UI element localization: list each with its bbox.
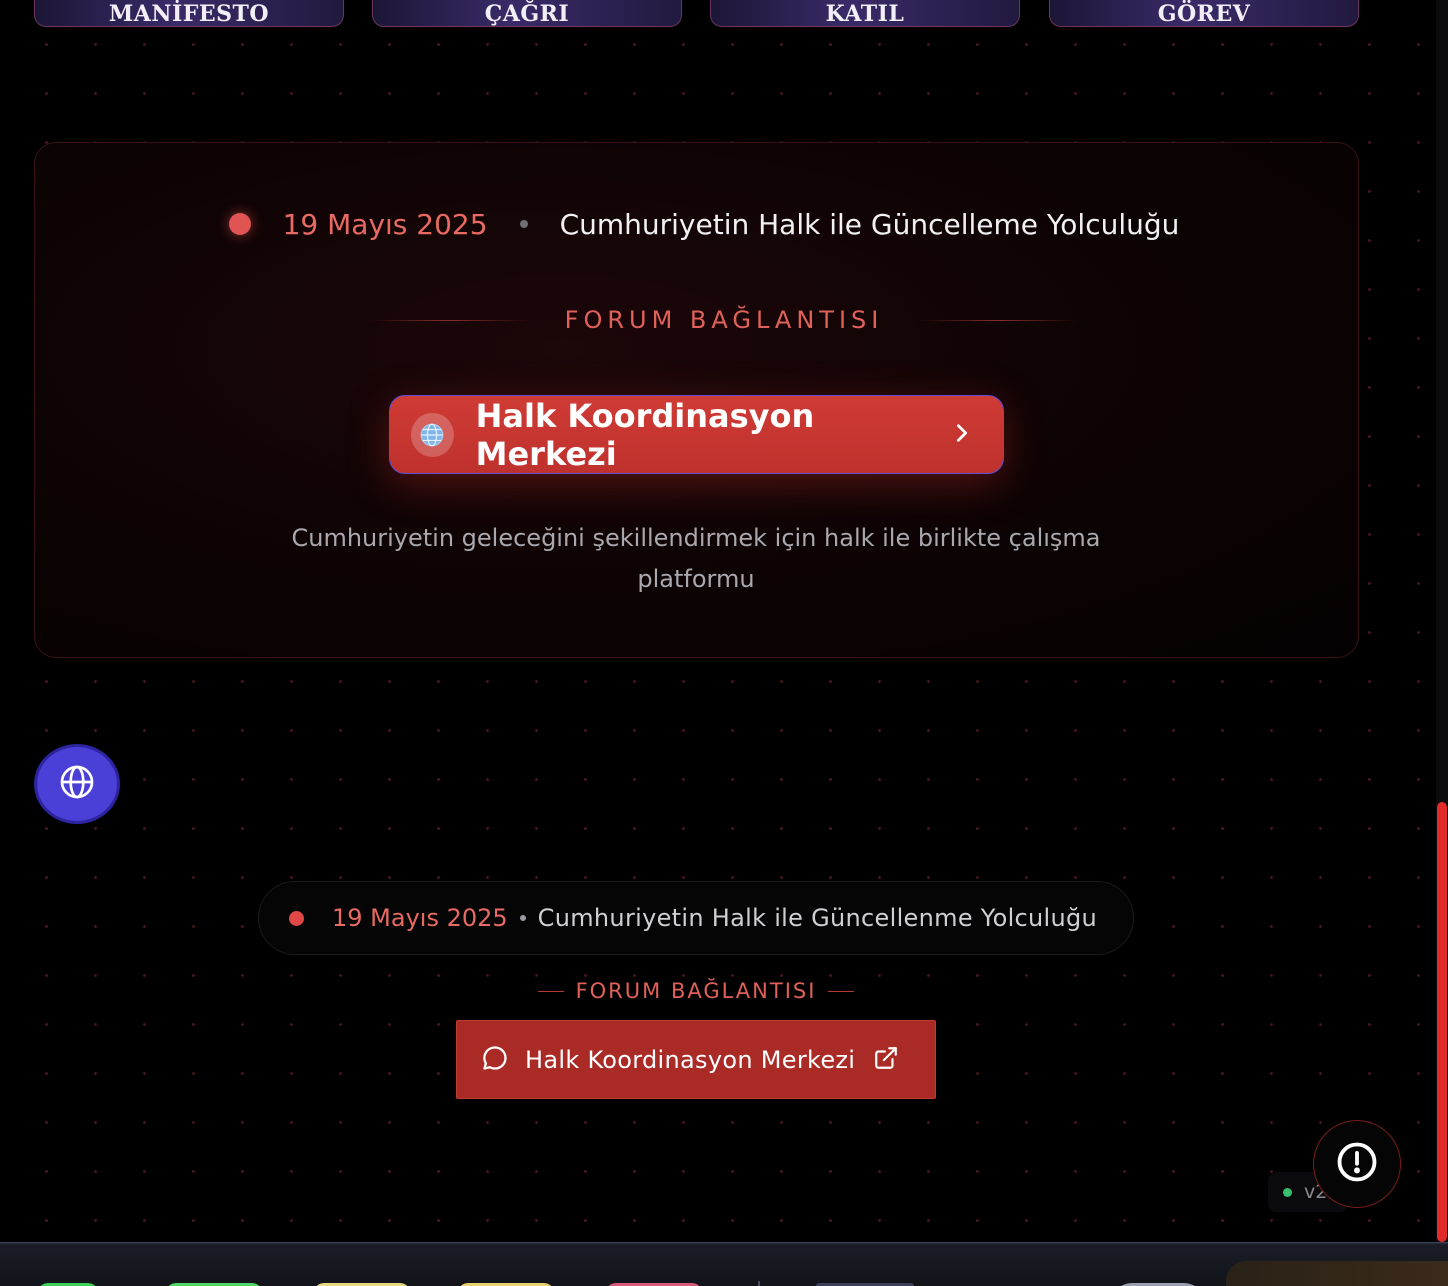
cta-label: Halk Koordinasyon Merkezi bbox=[525, 1045, 856, 1074]
hero-title: Cumhuriyetin Halk ile Güncelleme Yolculu… bbox=[559, 207, 1180, 241]
forum-section-label: FORUM BAĞLANTISI bbox=[0, 304, 1448, 336]
divider-line bbox=[368, 319, 529, 321]
nav-label: GÖREV bbox=[1157, 1, 1251, 27]
hero-headline: 19 Mayıs 2025 Cumhuriyetin Halk ile Günc… bbox=[0, 204, 1448, 244]
coordination-center-button[interactable]: Halk Koordinasyon Merkezi bbox=[389, 395, 1004, 474]
hero-description: Cumhuriyetin geleceğini şekillendirmek i… bbox=[291, 524, 1101, 593]
footer-date: 19 Mayıs 2025 bbox=[332, 904, 508, 932]
nav-label: KATIL bbox=[825, 1, 905, 27]
alert-icon bbox=[1336, 1141, 1378, 1187]
footer-title: Cumhuriyetin Halk ile Güncellenme Yolcul… bbox=[537, 904, 1098, 932]
section-label-text: FORUM BAĞLANTISI bbox=[564, 306, 884, 334]
nav-card-manifesto[interactable]: MANİFESTO bbox=[34, 0, 344, 27]
footer-coordination-center-button[interactable]: Halk Koordinasyon Merkezi bbox=[456, 1020, 936, 1099]
status-dot bbox=[289, 910, 304, 926]
nav-label: ÇAĞRI bbox=[484, 1, 570, 27]
external-link-icon bbox=[873, 1045, 899, 1075]
section-label-text: FORUM BAĞLANTISI bbox=[575, 979, 817, 1003]
chevron-right-icon bbox=[951, 422, 973, 448]
taskbar-divider bbox=[758, 1281, 760, 1286]
footer-section-label: FORUM BAĞLANTISI bbox=[0, 976, 1392, 1006]
status-dot bbox=[228, 213, 251, 235]
taskbar-wallpaper bbox=[1226, 1261, 1448, 1286]
divider-line bbox=[919, 319, 1080, 321]
alert-button[interactable] bbox=[1313, 1120, 1401, 1208]
separator-dot bbox=[519, 915, 526, 921]
separator-dot bbox=[519, 220, 528, 228]
globe-icon bbox=[59, 764, 95, 804]
nav-card-gorev[interactable]: GÖREV bbox=[1049, 0, 1359, 27]
nav-card-cagri[interactable]: ÇAĞRI bbox=[372, 0, 682, 27]
scrollbar-thumb[interactable] bbox=[1437, 802, 1447, 1242]
online-status-dot bbox=[1283, 1187, 1292, 1197]
language-button[interactable] bbox=[34, 744, 120, 824]
cta-label: Halk Koordinasyon Merkezi bbox=[475, 396, 815, 473]
nav-card-katil[interactable]: KATIL bbox=[710, 0, 1020, 27]
divider-line bbox=[537, 990, 564, 992]
divider-line bbox=[828, 990, 855, 992]
hero-date: 19 Mayıs 2025 bbox=[282, 207, 488, 241]
footer-date-pill: 19 Mayıs 2025 Cumhuriyetin Halk ile Günc… bbox=[258, 881, 1134, 955]
taskbar bbox=[0, 1242, 1448, 1286]
chat-icon bbox=[481, 1044, 509, 1076]
nav-label: MANİFESTO bbox=[108, 1, 270, 27]
globe-icon bbox=[411, 412, 454, 457]
